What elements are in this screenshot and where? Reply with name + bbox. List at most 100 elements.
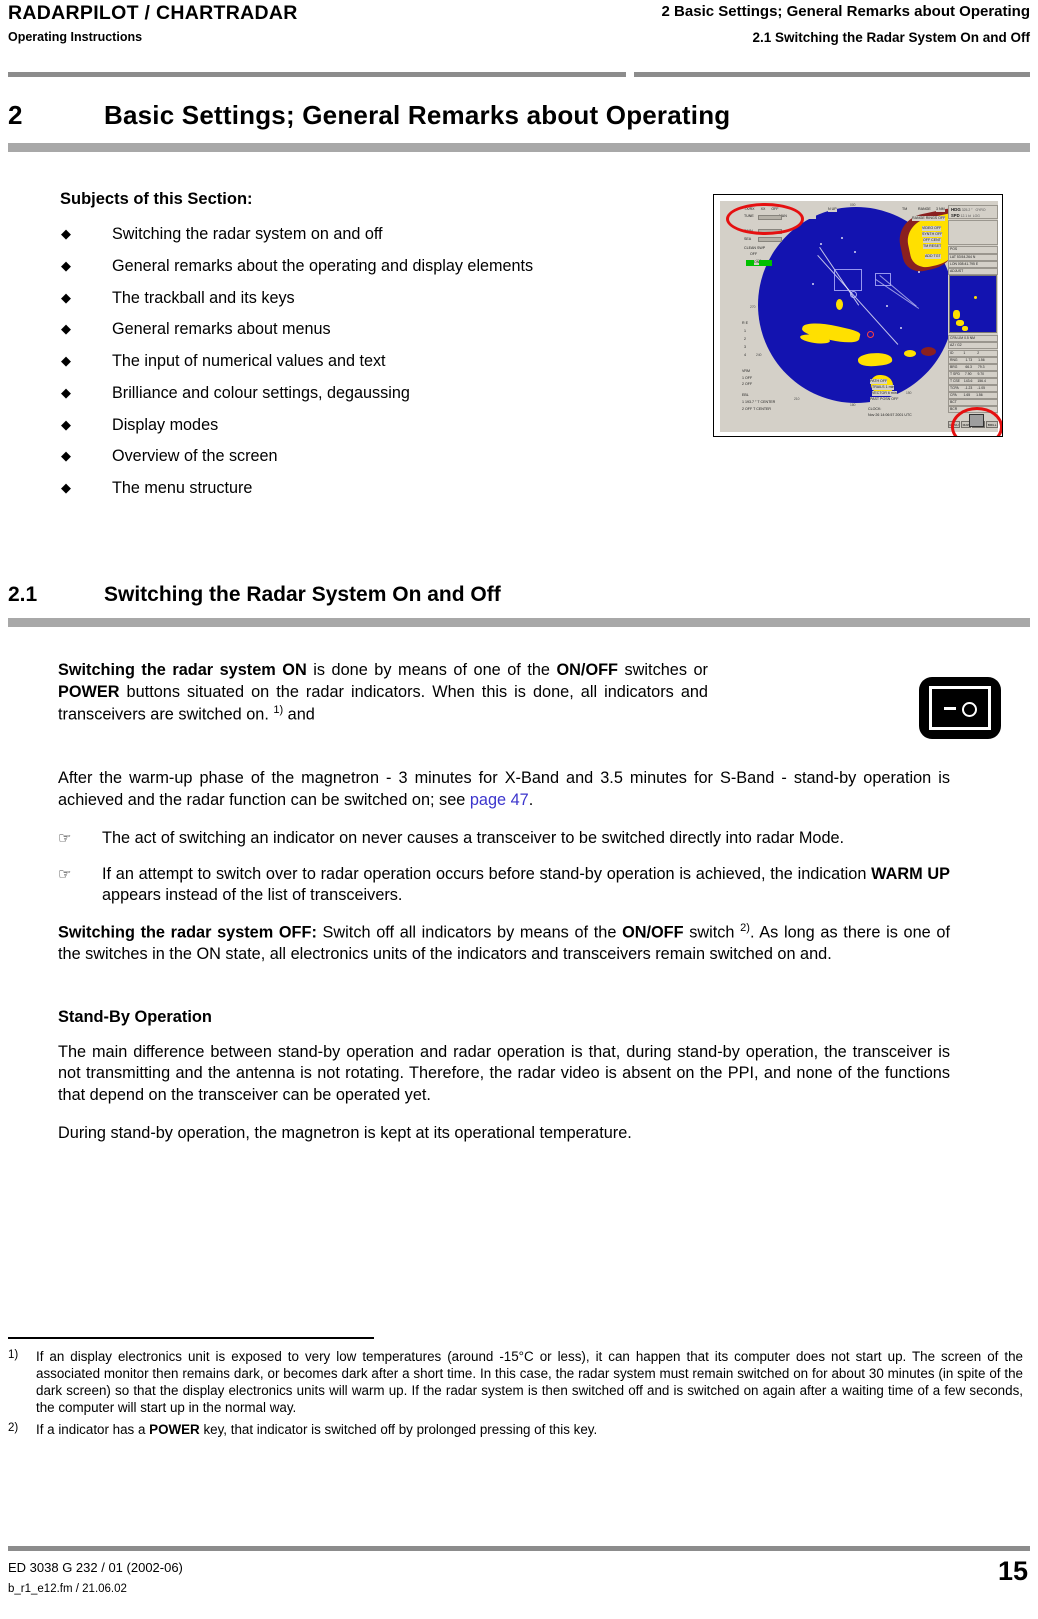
radar-ppi-figure: 000 030 060 090 120 150 180 210 240 270 … bbox=[713, 194, 1003, 437]
col-id: ID bbox=[950, 351, 954, 355]
footnote-text: If a indicator has a POWER key, that ind… bbox=[36, 1421, 1023, 1438]
note-item: ☞ The act of switching an indicator on n… bbox=[58, 828, 950, 850]
cpa-limit-row[interactable]: CPA LIM 0.5 NM bbox=[948, 335, 998, 342]
annotation-ellipse-txrx-tune bbox=[726, 203, 804, 235]
footnote-ref-2[interactable]: 2) bbox=[740, 922, 750, 934]
clock-value: Nov 26 14:06:57 2001 UTC bbox=[868, 413, 912, 418]
list-item: ◆ Brilliance and colour settings, degaus… bbox=[60, 384, 680, 403]
switching-on-t3: buttons situated on the radar indicators… bbox=[58, 682, 708, 724]
row-label: BCT bbox=[950, 400, 957, 404]
footnote-marker: 1) bbox=[8, 1349, 19, 1361]
switching-on-t1: is done by means of one of the bbox=[306, 661, 557, 679]
footnote-item: 2) If a indicator has a POWER key, that … bbox=[8, 1421, 1023, 1438]
vector-control[interactable]: VECTOR 6 min bbox=[872, 391, 897, 396]
trails-control[interactable]: TRAILS 1 min bbox=[872, 385, 895, 390]
ebl2-value[interactable]: 2 OFF T CENTER bbox=[742, 407, 772, 412]
path-control[interactable]: PATH OFF bbox=[870, 379, 888, 384]
standby-heading: Stand-By Operation bbox=[58, 1007, 212, 1026]
gyro-label: GYRO bbox=[975, 208, 986, 212]
add-target-button[interactable]: ADD TGT bbox=[925, 254, 941, 259]
ebl1-value[interactable]: 1 193.7 ° T CENTER bbox=[742, 400, 776, 405]
row-label: T SPD bbox=[950, 372, 960, 376]
land-echo-shadow bbox=[921, 347, 936, 356]
orientation-label[interactable]: N UP bbox=[828, 207, 837, 212]
sea-control-label: SEA bbox=[744, 237, 752, 242]
range-rings-control[interactable]: RANGE RINGS OFF bbox=[912, 216, 946, 221]
list-item-label: The menu structure bbox=[112, 479, 253, 498]
clean-sweep-label: CLEAN SWP bbox=[744, 246, 766, 251]
past-position-control[interactable]: PAST POSN OFF bbox=[870, 397, 899, 402]
tm-reset-button[interactable]: TM RESET bbox=[923, 244, 942, 249]
onoff-term: ON/OFF bbox=[556, 661, 619, 679]
row-label: BCR bbox=[950, 407, 958, 411]
pointing-hand-icon: ☞ bbox=[58, 829, 72, 847]
page-47-crossreference-link[interactable]: page 47 bbox=[470, 791, 529, 809]
motion-mode-label[interactable]: TM bbox=[902, 207, 908, 212]
footnote2-suffix: key, that indicator is switched off by p… bbox=[199, 1421, 598, 1437]
gain-scale-tick: 2 bbox=[744, 337, 746, 342]
radar-blip bbox=[900, 327, 902, 329]
radar-blip bbox=[918, 271, 920, 273]
radar-blip bbox=[812, 283, 814, 285]
footnote-ref-1[interactable]: 1) bbox=[273, 704, 283, 716]
list-item-label: The trackball and its keys bbox=[112, 288, 295, 307]
table-row: T CSE 143.6 156.4 bbox=[948, 378, 998, 385]
hdg-value: 325.2 ° bbox=[961, 208, 973, 212]
list-item-label: The input of numerical values and text bbox=[112, 352, 386, 371]
az-g2-row[interactable]: AZ / G2 bbox=[948, 342, 998, 349]
onoff-term: ON/OFF bbox=[622, 923, 684, 942]
table-row: T SPD 7.90 9.70 bbox=[948, 371, 998, 378]
synth-off-button[interactable]: SYNTH OFF bbox=[922, 232, 943, 237]
table-row: RNG 1.73 1.56 bbox=[948, 357, 998, 364]
footnote-item: 1) If an display electronics unit is exp… bbox=[8, 1348, 1023, 1417]
mini-land-echo bbox=[953, 310, 960, 319]
off-centre-button[interactable]: OFF CENT bbox=[923, 238, 941, 243]
target-marker-box bbox=[834, 269, 862, 291]
row-v2: -1.05 bbox=[977, 386, 985, 390]
footer-left-block: ED 3038 G 232 / 01 (2002-06) b_r1_e12.fm… bbox=[8, 1560, 183, 1595]
footnote-marker: 2) bbox=[8, 1421, 19, 1434]
sea-slider[interactable] bbox=[758, 237, 782, 242]
lon-value: LON 008:41.795 E bbox=[950, 262, 979, 266]
gain-scale-tick: 1 bbox=[744, 329, 746, 334]
land-echo bbox=[904, 350, 916, 357]
chapter-title: Basic Settings; General Remarks about Op… bbox=[104, 100, 731, 130]
section-heading: 2.1 Switching the Radar System On and Of… bbox=[8, 583, 1030, 607]
table-row: CPA 1.65 1.56 bbox=[948, 392, 998, 399]
adjust-row[interactable]: ADJUST bbox=[948, 268, 998, 275]
switch-off-circle-icon bbox=[962, 701, 978, 717]
paragraph-standby-2: During stand-by operation, the magnetron… bbox=[58, 1123, 632, 1142]
power-term: POWER bbox=[149, 1421, 200, 1437]
row-label: BRG bbox=[950, 365, 958, 369]
chapter-heading-block: 2 Basic Settings; General Remarks about … bbox=[8, 100, 1030, 152]
source-file-reference: b_r1_e12.fm / 21.06.02 bbox=[8, 1583, 127, 1595]
vrm2-value[interactable]: 2 OFF bbox=[742, 382, 753, 387]
radar-blip bbox=[820, 243, 822, 245]
radar-blip bbox=[886, 305, 888, 307]
position-source-row[interactable]: POS bbox=[948, 246, 998, 254]
switching-off-t2: switch bbox=[683, 923, 741, 942]
diamond-bullet-icon: ◆ bbox=[61, 480, 71, 496]
radar-data-sidebar: HDG 325.2 ° GYRO SPD 12.1 kt LOG POS LAT… bbox=[948, 205, 998, 430]
hdg-label: HDG bbox=[951, 207, 961, 212]
diamond-bullet-icon: ◆ bbox=[61, 257, 71, 273]
video-off-button[interactable]: VIDEO OFF bbox=[922, 226, 942, 231]
highlighted-brill-key[interactable] bbox=[969, 414, 984, 427]
adjust-label: ADJUST bbox=[950, 269, 964, 273]
row-label: RNG bbox=[950, 358, 958, 362]
section-title: Switching the Radar System On and Off bbox=[104, 583, 501, 606]
vrm1-value[interactable]: 1 OFF bbox=[742, 376, 753, 381]
warm-up-term: WARM UP bbox=[871, 864, 950, 883]
table-header-row: ID 1 2 bbox=[948, 350, 998, 357]
list-item: ◆ Switching the radar system on and off bbox=[60, 225, 680, 244]
status-on-label: ON bbox=[754, 260, 760, 265]
footnote-text: If an display electronics unit is expose… bbox=[36, 1349, 1023, 1416]
range-label: RANGE bbox=[918, 207, 931, 212]
land-echo bbox=[857, 351, 893, 368]
mini-land-echo bbox=[962, 326, 968, 331]
range-value[interactable]: 3 NM bbox=[936, 207, 945, 212]
bearing-tick: 240 bbox=[756, 353, 762, 357]
section-heading-block: 2.1 Switching the Radar System On and Of… bbox=[8, 583, 1030, 627]
